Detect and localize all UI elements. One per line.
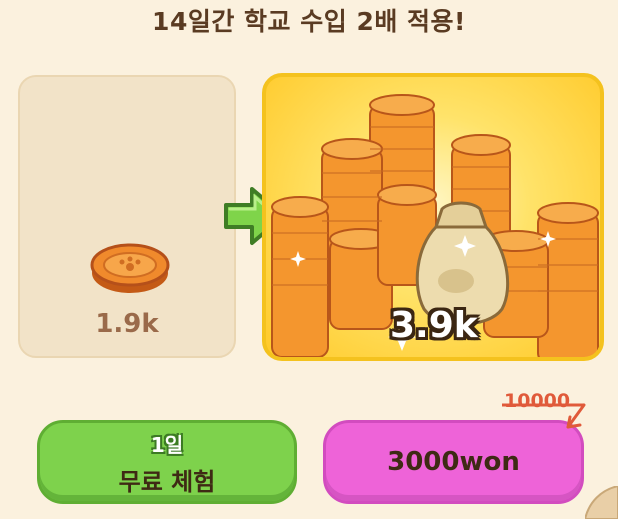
trial-label: 무료 체험 [118,468,216,496]
before-panel: 1.9k [18,75,236,358]
trial-days: 1일 [150,433,184,457]
before-amount: 1.9k [95,309,159,339]
corner-decoration [585,486,618,519]
free-trial-button[interactable]: 1일 무료 체험 [37,420,297,504]
after-panel: 3.9k [262,73,604,361]
after-amount: 3.9k [390,305,478,346]
strikethrough-arrow-icon [502,403,586,429]
promo-title: 14일간 학교 수입 2배 적용! [152,7,466,36]
purchase-price: 3000won [387,447,520,477]
coin-icon [90,243,170,293]
